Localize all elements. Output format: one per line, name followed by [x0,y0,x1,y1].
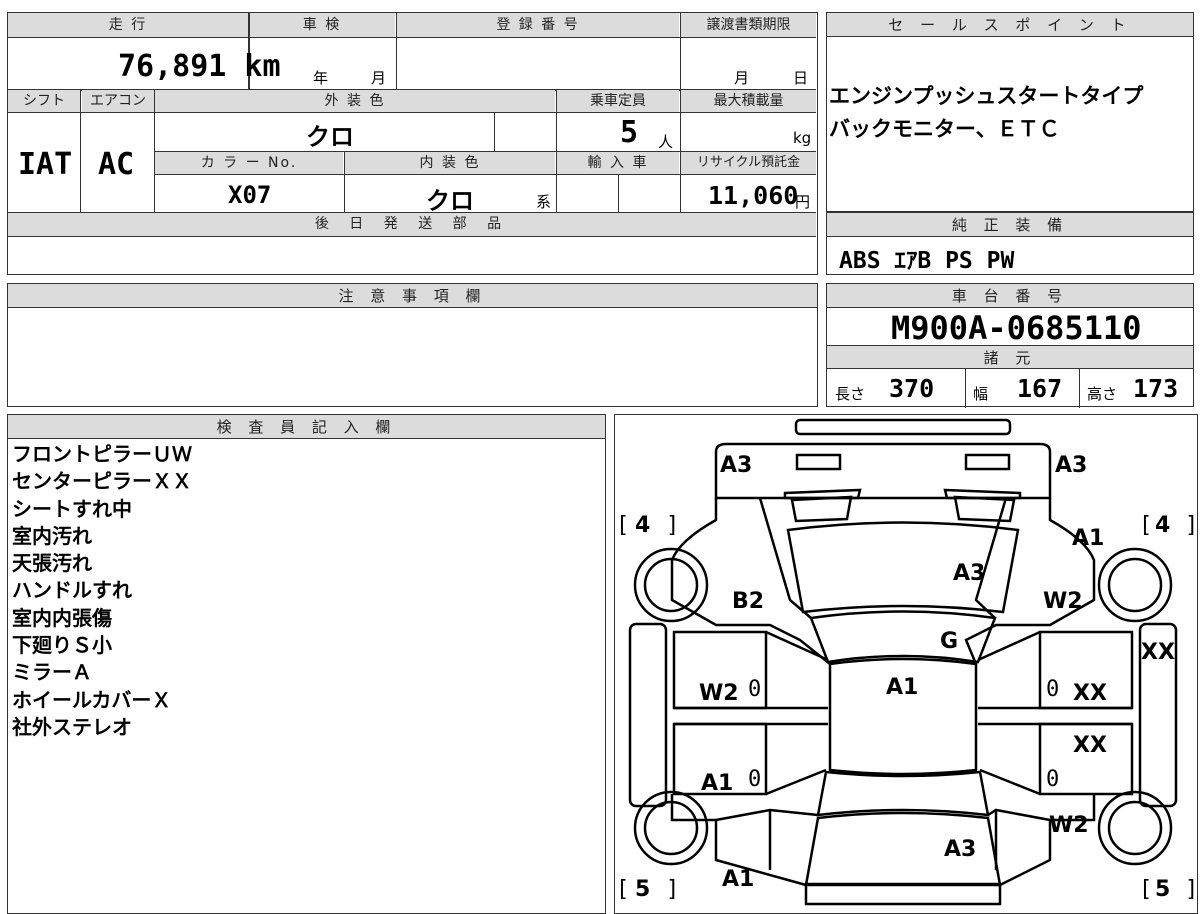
damage-left-rear-door: A1 [701,771,733,796]
capacity-header: 乗車定員 [557,90,679,112]
capacity-unit: 人 [658,133,674,151]
recycle-unit: 円 [795,193,811,211]
interior-color-suffix: 系 [536,193,552,211]
damage-hood: A3 [953,561,985,586]
tire-depth-fl: 4 [635,513,650,538]
damage-left-front-door: W2 [699,681,739,706]
tire-depth-rr: 5 [1155,877,1170,902]
height-value: 173 [1133,374,1179,403]
capacity-value: 5 [620,115,639,150]
svg-text:[: [ [616,877,629,902]
inspector-notes: フロントピラーＵＷ センターピラーＸＸ シートすれ中 室内汚れ 天張汚れ ハンド… [12,441,192,741]
cautions-header: 注 意 事 項 欄 [8,284,817,308]
damage-right-front-fender: A1 [1072,526,1104,551]
shift-header: シフト [8,90,80,112]
inspection-header: 車 検 [249,13,395,37]
note-line: シートすれ中 [12,496,132,521]
damage-right-front-wheel: W2 [1043,589,1083,614]
length-value: 370 [889,374,935,403]
note-line: ホイールカバーＸ [12,687,172,712]
note-line: 室内汚れ [12,523,92,548]
transfer-month: 月 [734,69,750,87]
note-line: ミラーＡ [12,660,92,685]
note-line: 社外ステレオ [12,714,132,739]
recycle-header: リサイクル預託金 [681,152,816,174]
zero-mark: 0 [1046,767,1059,792]
aircon-header: エアコン [82,90,154,112]
svg-text:]: ] [666,877,679,902]
tire-depth-rl: 5 [635,877,650,902]
genuine-equipment-box: 純 正 装 備 ABS ｴｱB PS PW [826,212,1194,275]
damage-right-side-panel: XX [1141,640,1175,665]
transfer-deadline-header: 譲渡書類期限 [681,13,816,37]
sales-points-header: セ ー ル ス ポ イ ン ト [827,13,1193,37]
exterior-color-header: 外 装 色 [155,90,555,112]
mileage-value: 76,891 km [118,49,281,84]
color-no-value: X07 [228,181,272,209]
sales-point-line: エンジンプッシュスタートタイプ [829,84,1144,108]
damage-left-front-fender: B2 [732,589,764,614]
inspection-year: 年 [313,69,329,87]
interior-color-header: 内 装 色 [345,152,555,174]
chassis-header: 車 台 番 号 [827,284,1193,308]
exterior-color-value: クロ [306,123,354,151]
chassis-number: M900A-0685110 [891,309,1142,347]
damage-rear-left: A1 [722,867,754,892]
damage-front-left: A3 [720,453,752,478]
note-line: 天張汚れ [12,551,92,576]
note-line: ハンドルすれ [12,578,132,603]
damage-right-rear-door: XX [1073,733,1107,758]
max-load-unit: kg [793,129,812,147]
transfer-day: 日 [793,69,809,87]
zero-mark: 0 [1046,677,1059,702]
interior-color-value: クロ [426,187,474,215]
svg-text:[: [ [1139,877,1152,902]
damage-right-rear-wheel: W2 [1049,813,1089,838]
later-parts-header: 後 日 発 送 部 品 [8,213,816,236]
max-load-header: 最大積載量 [681,90,816,112]
recycle-value: 11,060 [708,181,799,210]
damage-windshield: G [940,629,958,654]
width-value: 167 [1017,374,1063,403]
mileage-header: 走 行 [8,13,248,37]
cautions-box: 注 意 事 項 欄 [7,283,818,407]
zero-mark: 0 [748,677,761,702]
inspector-header: 検 査 員 記 入 欄 [8,415,605,439]
specs-header: 諸 元 [827,345,1193,369]
svg-text:]: ] [666,513,679,538]
inspection-month: 月 [371,69,387,87]
color-no-header: カ ラ ー No. [155,152,343,174]
import-header: 輸 入 車 [557,152,679,174]
svg-text:[: [ [1139,513,1152,538]
damage-front-right: A3 [1055,453,1087,478]
damage-diagram-box: [ ] [ ] [ ] [ ] 4 4 5 5 A3 A3 A3 G A1 A1… [614,414,1198,914]
svg-text:]: ] [1185,877,1198,902]
damage-roof: A1 [886,675,918,700]
length-label: 長さ [835,385,866,403]
chassis-box: 車 台 番 号 M900A-0685110 諸 元 長さ 370 幅 167 高… [826,283,1194,408]
sales-points-box: セ ー ル ス ポ イ ン ト エンジンプッシュスタートタイプ バックモニター、… [826,12,1194,212]
damage-right-front-door: XX [1073,681,1107,706]
svg-text:[: [ [616,513,629,538]
sales-point-line: バックモニター、ＥＴＣ [829,117,1060,141]
svg-text:]: ] [1185,513,1198,538]
registration-header: 登 録 番 号 [397,13,679,37]
damage-rear-gate: A3 [944,837,976,862]
note-line: センターピラーＸＸ [12,469,192,494]
note-line: フロントピラーＵＷ [12,442,192,466]
width-label: 幅 [973,385,989,403]
shift-value: IAT [18,147,73,182]
zero-mark: 0 [748,767,761,792]
car-diagram: [ ] [ ] [ ] [ ] 4 4 5 5 A3 A3 A3 G A1 A1… [616,418,1198,905]
genuine-equipment-header: 純 正 装 備 [827,213,1193,237]
tire-depth-fr: 4 [1155,513,1170,538]
genuine-equipment-value: ABS ｴｱB PS PW [839,248,1015,274]
note-line: 室内内張傷 [12,605,112,630]
note-line: 下廻りＳ小 [12,633,112,658]
vehicle-info-table: 走 行 車 検 登 録 番 号 譲渡書類期限 76,891 km 年 月 月 日… [7,12,818,275]
height-label: 高さ [1087,385,1118,403]
aircon-value: AC [98,147,135,182]
